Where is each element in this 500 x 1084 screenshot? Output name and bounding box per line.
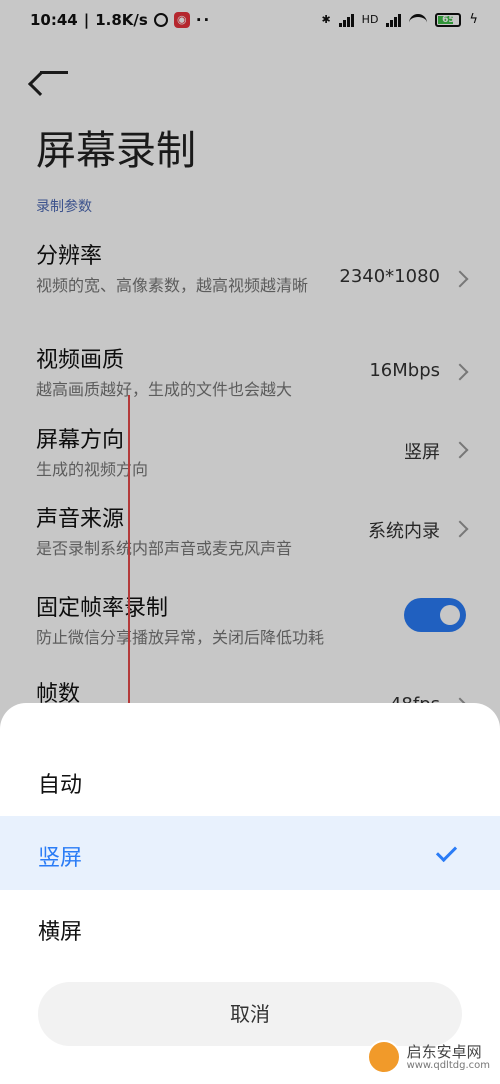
- site-watermark: 启东安卓网 www.qdltdg.com: [366, 1040, 490, 1074]
- option-portrait[interactable]: 竖屏: [0, 816, 500, 890]
- option-label: 自动: [38, 773, 83, 798]
- option-label: 竖屏: [38, 846, 83, 871]
- watermark-brand: 启东安卓网: [406, 1042, 482, 1061]
- watermark-logo-icon: [366, 1040, 401, 1074]
- watermark-url: www.qdltdg.com: [406, 1059, 490, 1071]
- annotation-arrow: [128, 395, 130, 720]
- orientation-bottom-sheet: 自动 竖屏 横屏 取消: [0, 703, 500, 1084]
- checkmark-icon: [435, 840, 458, 863]
- cancel-button[interactable]: 取消: [38, 982, 462, 1046]
- option-landscape[interactable]: 横屏: [0, 890, 500, 964]
- option-auto[interactable]: 自动: [0, 743, 500, 817]
- screen-recording-settings: 10:44 | 1.8K/s ◉ ·· ✱ HD 65 ϟ 屏幕录制 录制参数 …: [0, 0, 500, 1084]
- option-label: 横屏: [38, 920, 83, 945]
